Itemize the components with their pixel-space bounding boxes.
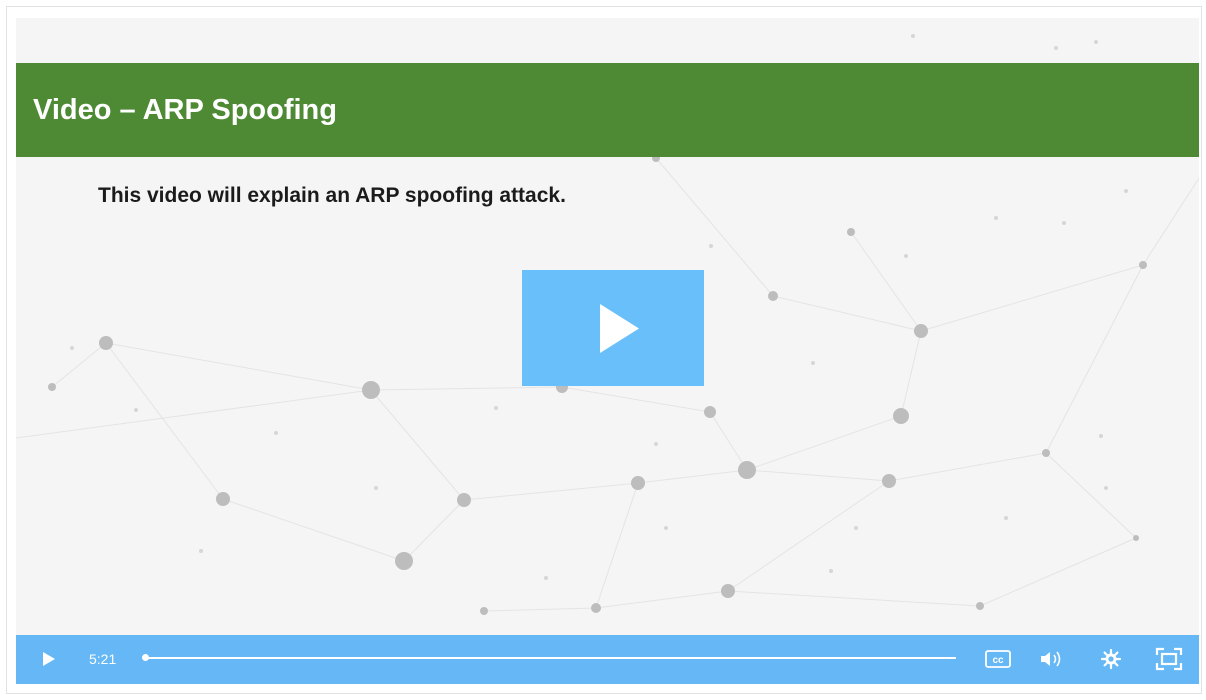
video-player[interactable]: Video – ARP Spoofing This video will exp… xyxy=(16,18,1199,684)
play-icon xyxy=(600,304,639,353)
play-button[interactable] xyxy=(39,650,57,673)
current-time: 5:21 xyxy=(89,651,117,667)
cc-icon: cc xyxy=(985,650,1011,668)
player-control-bar: 5:21 cc xyxy=(16,635,1199,684)
settings-button[interactable] xyxy=(1098,647,1124,676)
volume-icon xyxy=(1041,651,1061,667)
volume-button[interactable] xyxy=(1037,647,1067,676)
slide-title: Video – ARP Spoofing xyxy=(33,93,337,126)
gear-icon xyxy=(1100,648,1122,670)
captions-button[interactable]: cc xyxy=(983,647,1013,676)
big-play-button[interactable] xyxy=(522,270,704,386)
fullscreen-icon xyxy=(1155,647,1183,671)
play-icon xyxy=(43,652,55,666)
slide-subtitle: This video will explain an ARP spoofing … xyxy=(98,184,566,207)
svg-text:cc: cc xyxy=(992,655,1004,666)
seek-handle[interactable] xyxy=(142,654,149,661)
seek-track xyxy=(144,657,956,659)
seek-bar[interactable] xyxy=(142,654,956,661)
slide-title-banner: Video – ARP Spoofing xyxy=(16,63,1199,157)
fullscreen-button[interactable] xyxy=(1154,646,1184,677)
